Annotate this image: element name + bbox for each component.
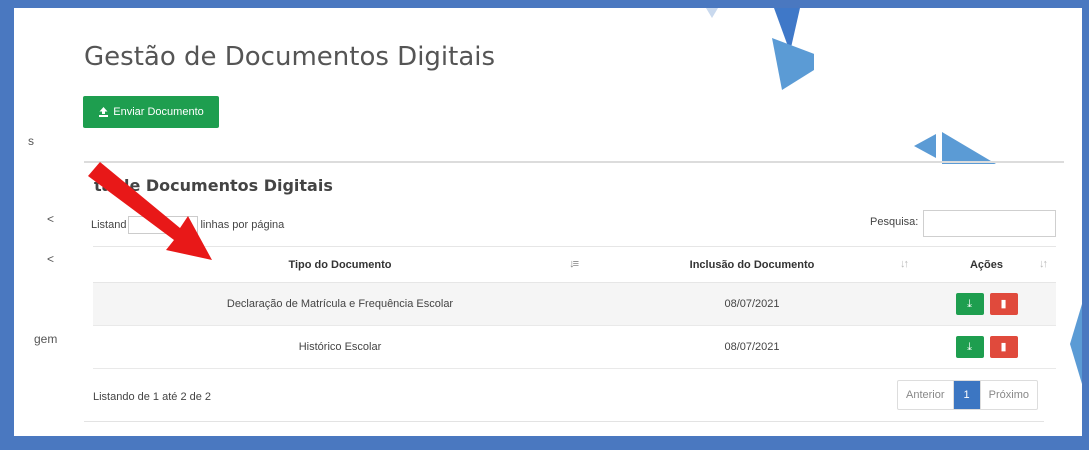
section-divider [84,161,1064,163]
table-row: Declaração de Matrícula e Frequência Esc… [93,282,1056,326]
cell-tipo: Declaração de Matrícula e Frequência Esc… [93,282,587,326]
decor-shape [706,8,814,90]
trash-icon: ▮ [1000,298,1007,310]
sidebar-chevron[interactable]: < [47,252,54,266]
table-info: Listando de 1 até 2 de 2 [93,391,212,403]
cell-acoes: ⤓ ▮ [917,282,1056,326]
decor-arrows [914,132,996,164]
app-window: s < < gem Gestão de Documentos Digitais … [14,8,1082,436]
sort-asc-icon: ↓≡ [569,258,579,270]
cell-inclusao: 08/07/2021 [587,282,917,326]
send-document-button[interactable]: Enviar Documento [83,96,219,128]
cell-acoes: ⤓ ▮ [917,325,1056,369]
trash-icon: ▮ [1000,341,1007,353]
pagination-page-1[interactable]: 1 [953,381,980,409]
column-header-inclusao[interactable]: Inclusão do Documento ↓↑ [587,246,917,283]
column-header-acoes[interactable]: Ações ↓↑ [917,246,1056,283]
sidebar-fragment[interactable]: gem [34,332,57,346]
sort-icon: ↓↑ [1039,258,1048,270]
delete-button[interactable]: ▮ [989,336,1018,358]
download-icon: ⤓ [967,298,972,310]
cell-inclusao: 08/07/2021 [587,325,917,369]
upload-icon [99,106,109,117]
page-title: Gestão de Documentos Digitais [84,42,496,72]
download-button[interactable]: ⤓ [955,293,984,315]
cell-tipo: Histórico Escolar [93,325,587,369]
red-arrow-annotation [88,162,212,260]
bottom-divider [84,421,1044,422]
search-input[interactable] [923,210,1056,237]
pagination-prev[interactable]: Anterior [898,381,954,409]
sidebar-fragment[interactable]: s [28,134,34,148]
pagination: Anterior 1 Próximo [897,380,1038,410]
sidebar-chevron[interactable]: < [47,212,54,226]
documents-table: Tipo do Documento ↓≡ Inclusão do Documen… [93,246,1056,369]
sort-icon: ↓↑ [900,258,909,270]
download-icon: ⤓ [967,341,972,353]
decor-edge [1070,304,1082,384]
send-document-label: Enviar Documento [113,106,204,118]
delete-button[interactable]: ▮ [989,293,1018,315]
download-button[interactable]: ⤓ [955,336,984,358]
table-row: Histórico Escolar 08/07/2021 ⤓ ▮ [93,325,1056,369]
search-label: Pesquisa: [870,216,919,228]
pagination-next[interactable]: Próximo [979,381,1037,409]
